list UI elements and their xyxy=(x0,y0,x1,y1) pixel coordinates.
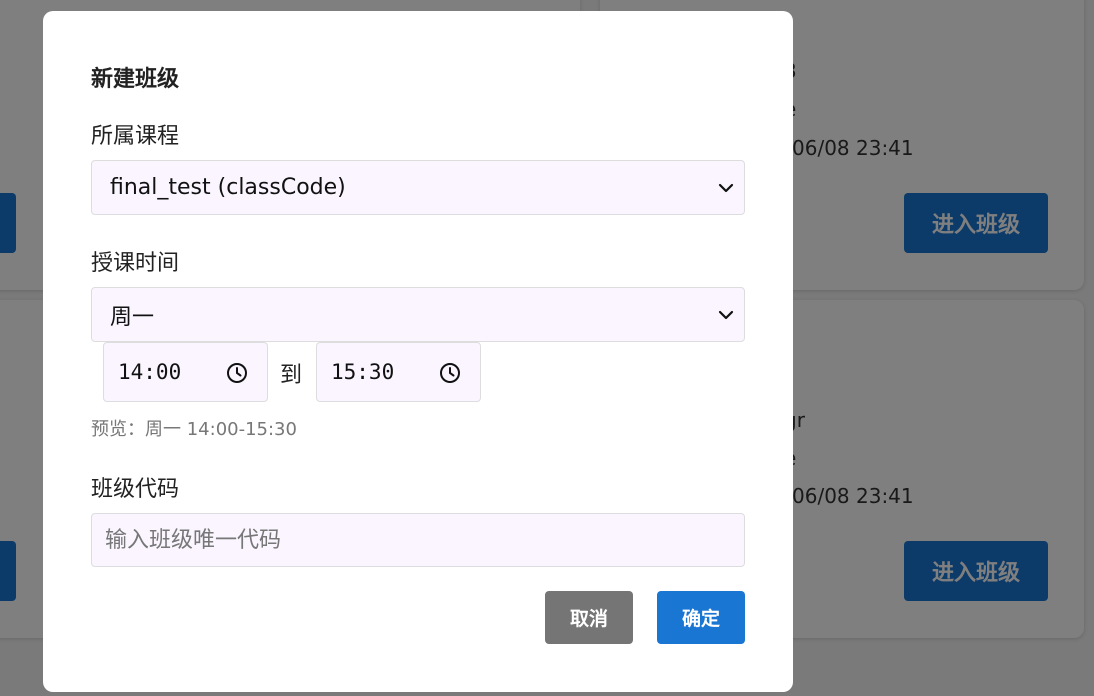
dialog-title: 新建班级 xyxy=(91,67,180,92)
chevron-down-icon xyxy=(718,310,734,320)
cancel-button[interactable]: 取消 xyxy=(545,591,633,644)
schedule-preview: 预览：周一 14:00-15:30 xyxy=(91,419,297,440)
confirm-button[interactable]: 确定 xyxy=(657,591,745,644)
class-code-label: 班级代码 xyxy=(91,477,180,502)
clock-icon[interactable] xyxy=(438,361,462,385)
clock-icon[interactable] xyxy=(225,361,249,385)
end-time-value: 15:30 xyxy=(331,360,395,384)
new-class-dialog: 新建班级 所属课程 final_test (classCode) 授课时间 周一… xyxy=(43,11,793,692)
course-label: 所属课程 xyxy=(91,124,180,149)
schedule-label: 授课时间 xyxy=(91,251,180,276)
start-time-value: 14:00 xyxy=(118,360,182,384)
time-range-separator: 到 xyxy=(280,363,303,388)
course-select-value: final_test (classCode) xyxy=(110,175,346,200)
end-time-input[interactable]: 15:30 xyxy=(316,342,481,402)
course-select[interactable]: final_test (classCode) xyxy=(91,160,745,215)
chevron-down-icon xyxy=(718,183,734,193)
weekday-select[interactable]: 周一 xyxy=(91,287,745,342)
weekday-select-value: 周一 xyxy=(110,304,155,330)
start-time-input[interactable]: 14:00 xyxy=(103,342,268,402)
class-code-input[interactable] xyxy=(91,513,745,567)
